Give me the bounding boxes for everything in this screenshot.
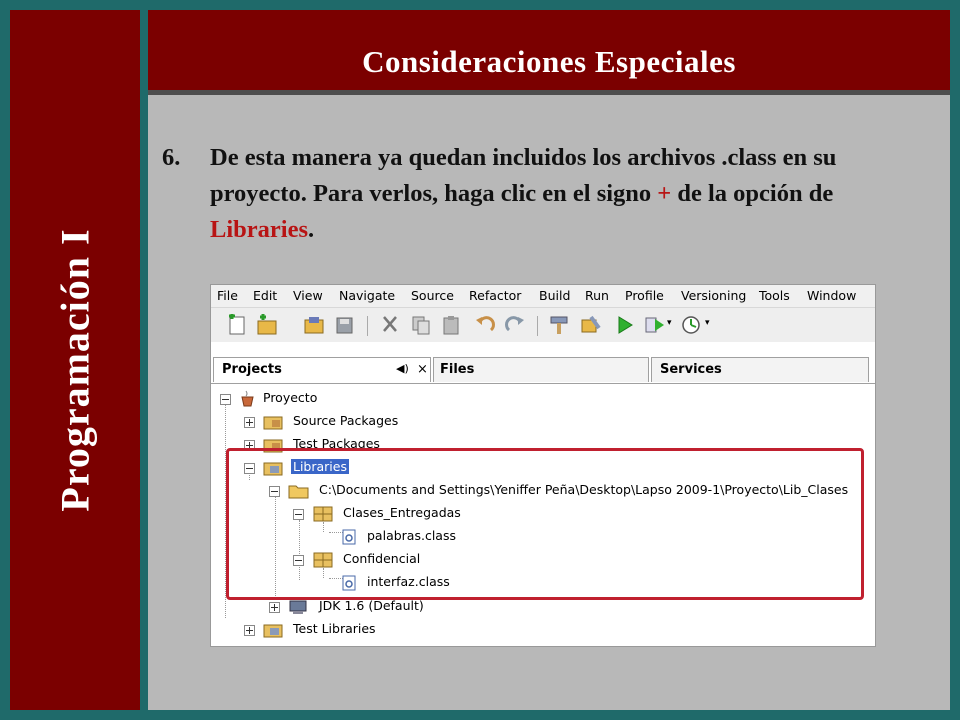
menu-bar: File Edit View Navigate Source Refactor …	[211, 285, 875, 308]
tab-services[interactable]: Services	[651, 357, 869, 382]
library-folder-icon	[263, 624, 283, 638]
step-text-part3: .	[308, 216, 315, 243]
tree-node-jdk[interactable]: JDK 1.6 (Default)	[211, 598, 511, 618]
menu-versioning[interactable]: Versioning	[681, 288, 746, 303]
menu-build[interactable]: Build	[539, 288, 570, 303]
menu-window[interactable]: Window	[807, 288, 856, 303]
tab-files-label: Files	[440, 362, 475, 377]
tree-label-test-libraries: Test Libraries	[293, 621, 376, 636]
tab-projects-label: Projects	[222, 362, 282, 377]
sidebar-panel: Programación I	[10, 10, 140, 710]
paste-icon[interactable]	[439, 314, 463, 336]
libraries-highlight: Libraries	[210, 216, 308, 243]
step-text-part2: de la opción de	[671, 180, 834, 207]
jdk-icon	[289, 600, 307, 614]
menu-tools[interactable]: Tools	[759, 288, 790, 303]
menu-run[interactable]: Run	[585, 288, 609, 303]
menu-navigate[interactable]: Navigate	[339, 288, 395, 303]
tree-label-proyecto: Proyecto	[263, 390, 318, 405]
collapse-icon[interactable]	[220, 394, 231, 405]
expand-icon[interactable]	[244, 625, 255, 636]
tree-label-jdk: JDK 1.6 (Default)	[319, 598, 424, 613]
plus-sign: +	[657, 180, 672, 207]
profile-icon[interactable]	[679, 314, 703, 336]
build-hammer-icon[interactable]	[547, 314, 571, 336]
toolbar: ▾ ▾	[211, 308, 875, 342]
course-title: Programación I	[52, 228, 98, 512]
tab-files[interactable]: Files	[433, 357, 649, 382]
undo-icon[interactable]	[473, 314, 497, 336]
tree-node-source-packages[interactable]: Source Packages	[211, 413, 431, 433]
step-number: 6.	[162, 144, 181, 171]
menu-profile[interactable]: Profile	[625, 288, 664, 303]
minimize-icon[interactable]: ◀)	[396, 362, 409, 375]
menu-view[interactable]: View	[293, 288, 323, 303]
tree-node-proyecto[interactable]: Proyecto	[211, 390, 411, 410]
chevron-down-icon[interactable]: ▾	[705, 318, 710, 328]
slide-header: Consideraciones Especiales	[148, 10, 950, 90]
coffee-cup-icon	[241, 390, 254, 407]
package-folder-icon	[263, 416, 283, 430]
new-file-icon[interactable]	[225, 314, 249, 336]
toolbar-separator	[367, 316, 368, 336]
menu-edit[interactable]: Edit	[253, 288, 277, 303]
copy-icon[interactable]	[409, 314, 433, 336]
save-all-icon[interactable]	[333, 314, 357, 336]
panel-tabs: Projects ◀) × Files Services	[211, 357, 875, 383]
tab-services-label: Services	[660, 362, 722, 377]
clean-build-icon[interactable]	[579, 314, 603, 336]
expand-icon[interactable]	[244, 417, 255, 428]
tree-label-source-packages: Source Packages	[293, 413, 399, 428]
debug-icon[interactable]	[643, 314, 667, 336]
new-project-icon[interactable]	[255, 314, 279, 336]
cut-icon[interactable]	[379, 314, 403, 336]
step-text: De esta manera ya quedan incluidos los a…	[210, 140, 890, 248]
menu-file[interactable]: File	[217, 288, 238, 303]
menu-source[interactable]: Source	[411, 288, 454, 303]
close-icon[interactable]: ×	[417, 362, 428, 377]
tab-projects[interactable]: Projects ◀) ×	[213, 357, 431, 382]
tree-node-test-libraries[interactable]: Test Libraries	[211, 621, 511, 641]
chevron-down-icon[interactable]: ▾	[667, 318, 672, 328]
libraries-highlight-box	[226, 448, 864, 600]
slide-title: Consideraciones Especiales	[362, 44, 736, 79]
toolbar-separator	[537, 316, 538, 336]
expand-icon[interactable]	[269, 602, 280, 613]
run-icon[interactable]	[613, 314, 637, 336]
open-project-icon[interactable]	[303, 314, 327, 336]
redo-icon[interactable]	[503, 314, 527, 336]
menu-refactor[interactable]: Refactor	[469, 288, 521, 303]
